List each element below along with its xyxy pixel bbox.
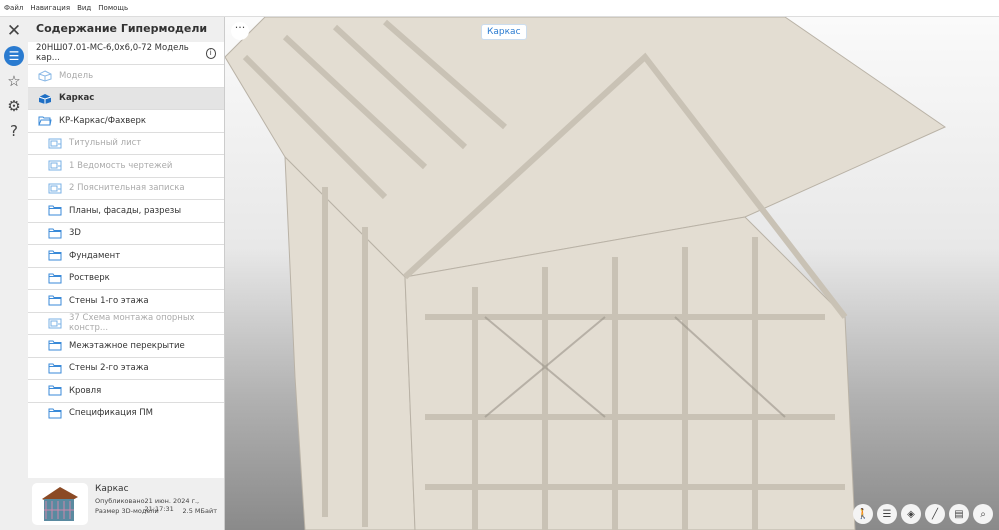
list-item[interactable]: Стены 1-го этажа	[28, 289, 224, 312]
list-item-label: Кровля	[69, 385, 102, 396]
list-item[interactable]: 2 Пояснительная записка	[28, 176, 224, 200]
list-item[interactable]: Модель	[28, 64, 224, 87]
folder-open-icon	[38, 115, 52, 126]
list-item[interactable]: Ростверк	[28, 266, 224, 290]
list-item-label: 2 Пояснительная записка	[69, 183, 185, 194]
info-icon[interactable]: i	[205, 47, 216, 59]
contents-list-icon[interactable]: ☰	[4, 46, 24, 66]
folder-icon	[48, 228, 62, 239]
close-icon[interactable]: ✕	[4, 21, 24, 41]
menu-bar: Файл Навигация Вид Помощь	[0, 0, 999, 17]
size-value: 2.5 МБайт	[182, 507, 217, 515]
model-name: 20НШ07.01-МС-6,0х6,0-72 Модель кар...	[36, 43, 189, 63]
model-card[interactable]: Каркас Опубликовано 21 июн. 2024 г., 21:1…	[28, 478, 224, 530]
sheet-icon	[48, 183, 62, 194]
folder-icon	[48, 408, 62, 419]
list-item-label: Фундамент	[69, 250, 121, 261]
folder-icon	[48, 363, 62, 374]
list-item-label: Стены 2-го этажа	[69, 363, 149, 374]
size-label: Размер 3D-модели	[95, 507, 159, 515]
list-item-label: Стены 1-го этажа	[69, 295, 149, 306]
list-item-label: Титульный лист	[69, 138, 142, 149]
list-item-label: Спецификация ПМ	[69, 408, 154, 419]
folder-icon	[48, 340, 62, 351]
list-item-label: Межэтажное перекрытие	[69, 340, 185, 351]
folder-icon	[48, 385, 62, 396]
model-thumbnail	[32, 483, 88, 525]
contents-panel: Содержание Гипермодели 20НШ07.01-МС-6,0х…	[28, 17, 225, 530]
list-item-label: 37 Схема монтажа опорных констр...	[69, 313, 195, 334]
sheet-icon	[48, 160, 62, 171]
view-name-badge: Каркас	[481, 24, 527, 40]
folder-icon	[48, 273, 62, 284]
list-item[interactable]: Титульный лист	[28, 131, 224, 155]
list-item[interactable]: Кровля	[28, 379, 224, 402]
list-item[interactable]: Фундамент	[28, 244, 224, 267]
measure-ruler-icon[interactable]: ╱	[925, 504, 945, 524]
menu-navigation[interactable]: Навигация	[30, 4, 70, 12]
folder-icon	[48, 250, 62, 261]
more-options-button[interactable]: ···	[231, 22, 249, 40]
settings-sliders-icon[interactable]: ☰	[877, 504, 897, 524]
3d-viewport[interactable]: ··· Каркас 🚶 ☰ ◈ ╱ ▤ ⌕	[225, 17, 999, 530]
layers-icon[interactable]: ◈	[901, 504, 921, 524]
menu-help[interactable]: Помощь	[98, 4, 128, 12]
list-item[interactable]: Спецификация ПМ	[28, 401, 224, 425]
cube-outline-icon	[38, 70, 52, 82]
list-item[interactable]: Планы, фасады, разрезы	[28, 199, 224, 222]
icon-rail: ✕ ☰ ☆ ⚙ ?	[0, 17, 28, 530]
list-item-label: 3D	[69, 228, 81, 239]
cube-filled-icon	[38, 93, 52, 104]
folder-icon	[48, 295, 62, 306]
list-item-label: 1 Ведомость чертежей	[69, 160, 173, 171]
card-title: Каркас	[95, 484, 129, 494]
list-item-label: Ростверк	[69, 273, 110, 284]
list-item[interactable]: 37 Схема монтажа опорных констр...	[28, 311, 224, 335]
list-item[interactable]: Межэтажное перекрытие	[28, 334, 224, 357]
help-icon[interactable]: ?	[4, 121, 24, 141]
list-item[interactable]: 1 Ведомость чертежей	[28, 154, 224, 177]
list-item-label: Каркас	[59, 93, 95, 104]
walk-mode-icon[interactable]: 🚶	[853, 504, 873, 524]
list-item[interactable]: 3D	[28, 221, 224, 245]
sheet-view-icon[interactable]: ▤	[949, 504, 969, 524]
list-item[interactable]: Стены 2-го этажа	[28, 356, 224, 380]
list-item[interactable]: Каркас	[28, 86, 224, 109]
list-item-label: Модель	[59, 70, 94, 81]
menu-view[interactable]: Вид	[77, 4, 91, 12]
gear-icon[interactable]: ⚙	[4, 96, 24, 116]
contents-list: 20НШ07.01-МС-6,0х6,0-72 Модель кар... i …	[28, 42, 224, 478]
model-info-row: 20НШ07.01-МС-6,0х6,0-72 Модель кар... i	[28, 42, 224, 64]
sheet-icon	[48, 318, 62, 329]
size-row: Размер 3D-модели 2.5 МБайт	[95, 507, 217, 515]
folder-icon	[48, 205, 62, 216]
sheet-icon	[48, 138, 62, 149]
zoom-fit-icon[interactable]: ⌕	[973, 504, 993, 524]
list-item[interactable]: КР-Каркас/Фахверк	[28, 109, 224, 132]
viewport-toolbar: 🚶 ☰ ◈ ╱ ▤ ⌕	[853, 504, 993, 524]
frame-model	[225, 17, 947, 530]
panel-title: Содержание Гипермодели	[36, 22, 208, 35]
list-item-label: КР-Каркас/Фахверк	[59, 115, 147, 126]
menu-file[interactable]: Файл	[4, 4, 23, 12]
list-item-label: Планы, фасады, разрезы	[69, 205, 182, 216]
star-icon[interactable]: ☆	[4, 71, 24, 91]
